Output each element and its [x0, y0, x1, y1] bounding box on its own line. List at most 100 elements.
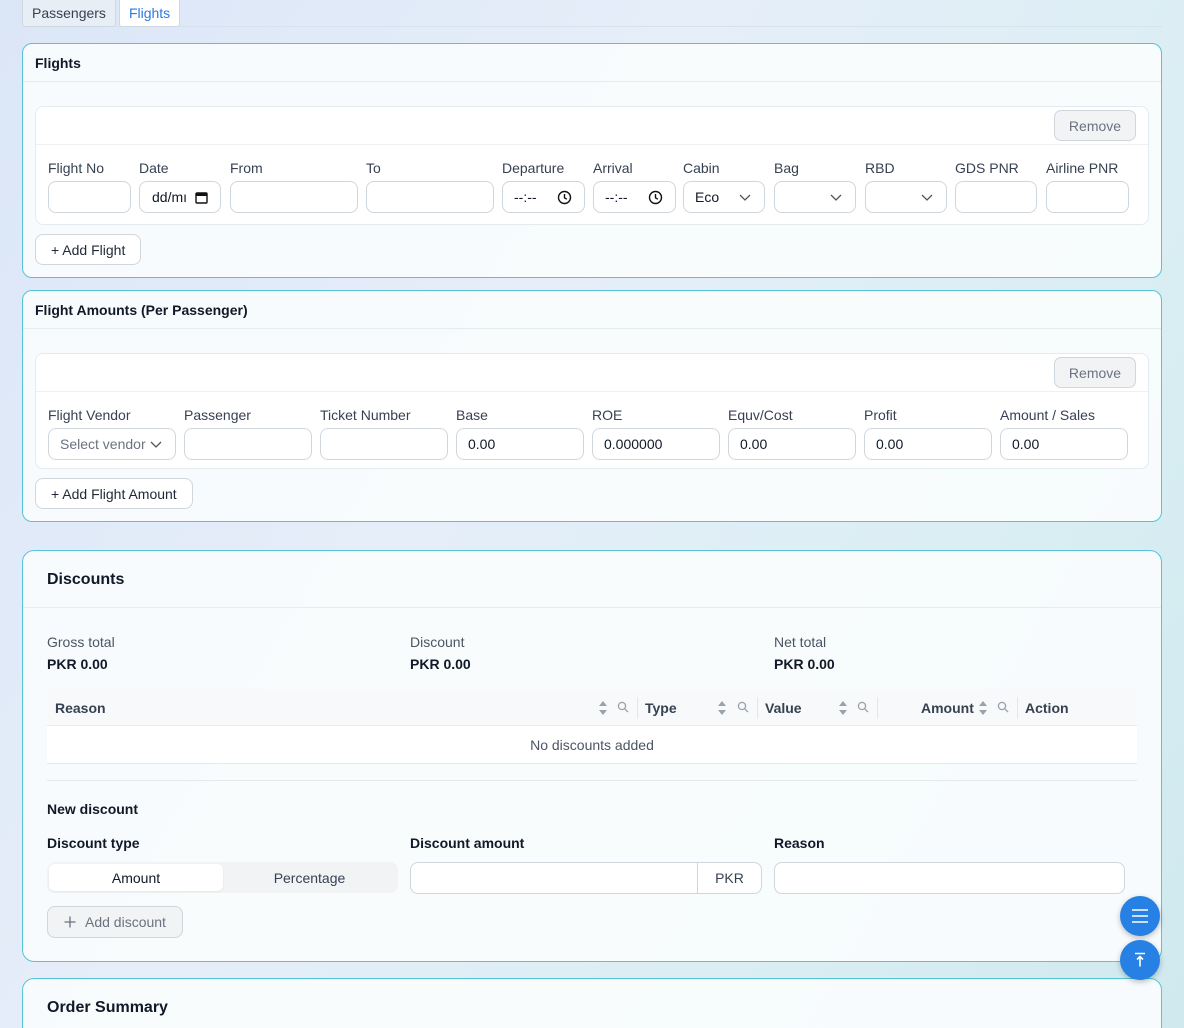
flight-no-label: Flight No	[48, 160, 105, 176]
arrow-up-to-line-icon	[1135, 952, 1145, 967]
passenger-input[interactable]	[184, 428, 312, 460]
net-total-value: PKR 0.00	[774, 656, 835, 672]
add-discount-label: Add discount	[85, 914, 166, 930]
from-input[interactable]	[230, 181, 358, 213]
bag-select[interactable]	[774, 181, 856, 213]
departure-value: --:--	[514, 189, 537, 205]
sort-icon[interactable]	[978, 700, 988, 716]
date-input[interactable]: dd/mı	[139, 181, 221, 213]
discount-type-amount[interactable]: Amount	[49, 864, 223, 891]
remove-flight-button[interactable]: Remove	[1054, 110, 1136, 141]
discount-total-label: Discount	[410, 634, 465, 650]
vendor-label: Flight Vendor	[48, 407, 131, 423]
tab-passengers[interactable]: Passengers	[22, 0, 116, 27]
profit-label: Profit	[864, 407, 897, 423]
flight-amount-fields: Flight Vendor Select vendor Passenger Ti…	[36, 406, 1150, 462]
empty-table-message: No discounts added	[47, 726, 1137, 764]
column-header-reason[interactable]: Reason	[55, 689, 106, 726]
profit-input[interactable]: 0.00	[864, 428, 992, 460]
discount-type-percentage[interactable]: Percentage	[223, 864, 396, 891]
discount-amount-input[interactable]	[411, 863, 697, 893]
sort-icon[interactable]	[598, 700, 608, 716]
reason-input[interactable]	[774, 862, 1125, 894]
cabin-field: Cabin Eco	[683, 159, 765, 213]
sort-icon[interactable]	[838, 700, 848, 716]
vendor-select[interactable]: Select vendor	[48, 428, 176, 460]
reason-label: Reason	[774, 835, 825, 851]
roe-input[interactable]: 0.000000	[592, 428, 720, 460]
gds-pnr-input[interactable]	[955, 181, 1037, 213]
rbd-select[interactable]	[865, 181, 947, 213]
departure-input[interactable]: --:--	[502, 181, 585, 213]
order-summary-title: Order Summary	[47, 999, 168, 1016]
column-header-value[interactable]: Value	[765, 689, 802, 726]
add-discount-button[interactable]: Add discount	[47, 906, 183, 938]
from-field: From	[230, 159, 358, 213]
equv-input[interactable]: 0.00	[728, 428, 856, 460]
from-label: From	[230, 160, 263, 176]
search-icon[interactable]	[857, 701, 869, 713]
flight-no-input[interactable]	[48, 181, 131, 213]
base-field: Base 0.00	[456, 406, 584, 460]
arrival-value: --:--	[605, 189, 628, 205]
column-header-action: Action	[1025, 699, 1069, 716]
sales-input[interactable]: 0.00	[1000, 428, 1128, 460]
gds-pnr-label: GDS PNR	[955, 160, 1019, 176]
tab-flights[interactable]: Flights	[118, 0, 181, 27]
arrival-field: Arrival --:--	[593, 159, 676, 213]
new-discount-title: New discount	[47, 801, 139, 817]
add-flight-amount-button[interactable]: + Add Flight Amount	[35, 478, 193, 509]
chevron-down-icon	[830, 194, 842, 201]
sales-field: Amount / Sales 0.00	[1000, 406, 1128, 460]
search-icon[interactable]	[997, 701, 1009, 713]
add-flight-button[interactable]: + Add Flight	[35, 234, 142, 265]
scroll-top-fab-button[interactable]	[1120, 940, 1160, 980]
base-input[interactable]: 0.00	[456, 428, 584, 460]
flight-amounts-card-title: Flight Amounts (Per Passenger)	[23, 291, 1161, 329]
date-label: Date	[139, 160, 169, 176]
discounts-table-header: Reason Type Value Amount Action	[47, 689, 1137, 726]
flight-amount-row: Remove Flight Vendor Select vendor Passe…	[35, 353, 1149, 469]
search-icon[interactable]	[737, 701, 749, 713]
sort-icon[interactable]	[717, 700, 727, 716]
to-label: To	[366, 160, 381, 176]
ticket-input[interactable]	[320, 428, 448, 460]
clock-icon[interactable]	[557, 190, 572, 205]
to-input[interactable]	[366, 181, 494, 213]
search-icon[interactable]	[617, 701, 629, 713]
flight-no-field: Flight No	[48, 159, 131, 213]
airline-pnr-field: Airline PNR	[1046, 159, 1129, 213]
chevron-down-icon	[150, 441, 162, 448]
cabin-label: Cabin	[683, 160, 720, 176]
discount-amount-group: PKR	[410, 862, 762, 894]
sales-label: Amount / Sales	[1000, 407, 1095, 423]
passenger-field: Passenger	[184, 406, 312, 460]
rbd-label: RBD	[865, 160, 895, 176]
column-header-amount[interactable]: Amount	[921, 689, 974, 726]
column-header-type[interactable]: Type	[645, 689, 677, 726]
discount-type-label: Discount type	[47, 835, 140, 851]
discounts-title: Discounts	[47, 571, 125, 588]
flight-row: Remove Flight No Date dd/mı From To Depa…	[35, 106, 1149, 225]
menu-fab-button[interactable]	[1120, 896, 1160, 936]
menu-icon	[1132, 909, 1148, 923]
bag-label: Bag	[774, 160, 799, 176]
equv-label: Equv/Cost	[728, 407, 793, 423]
gross-total-label: Gross total	[47, 634, 115, 650]
calendar-icon[interactable]	[195, 191, 208, 204]
roe-label: ROE	[592, 407, 623, 423]
flights-card-title: Flights	[23, 44, 1161, 82]
gds-pnr-field: GDS PNR	[955, 159, 1037, 213]
airline-pnr-input[interactable]	[1046, 181, 1129, 213]
date-value: dd/mı	[152, 189, 188, 205]
chevron-down-icon	[739, 194, 751, 201]
plus-icon	[64, 916, 76, 928]
remove-flight-amount-button[interactable]: Remove	[1054, 357, 1136, 388]
discount-type-toggle: Amount Percentage	[47, 862, 398, 893]
cabin-select[interactable]: Eco	[683, 181, 765, 213]
arrival-input[interactable]: --:--	[593, 181, 676, 213]
bag-field: Bag	[774, 159, 856, 213]
vendor-placeholder: Select vendor	[60, 436, 146, 452]
discount-total-value: PKR 0.00	[410, 656, 471, 672]
clock-icon[interactable]	[648, 190, 663, 205]
